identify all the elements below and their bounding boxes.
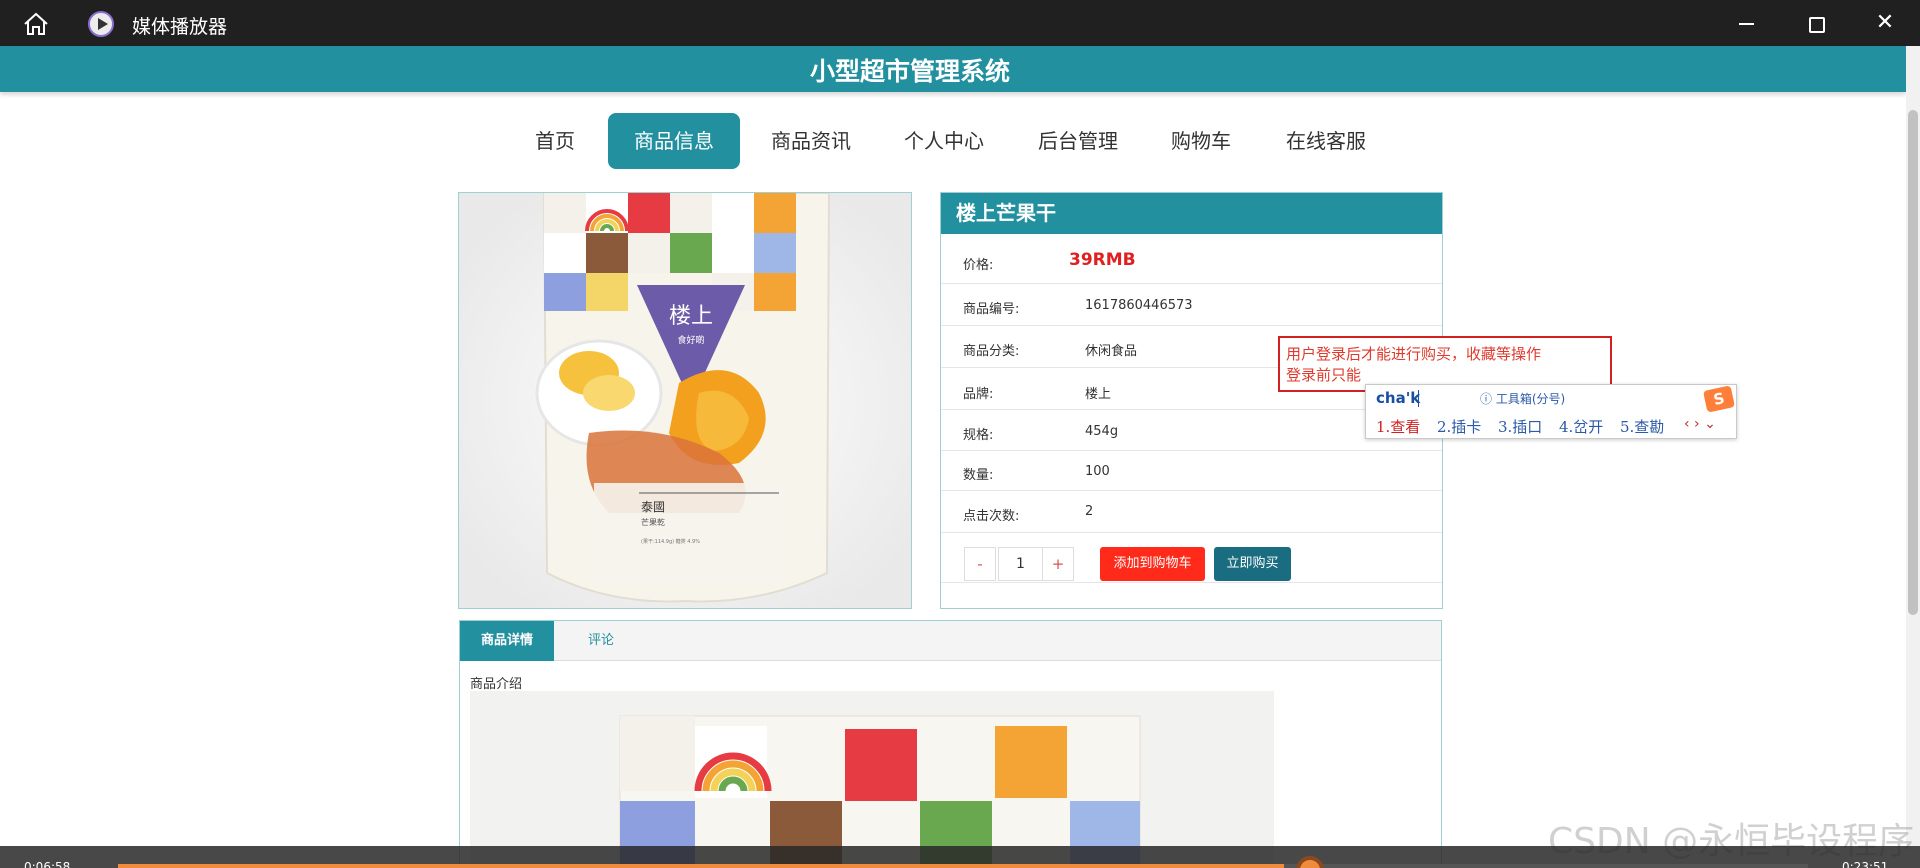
tabs-bar: 商品详情 评论 — [460, 621, 1441, 661]
detail-label: 商品分类: — [963, 344, 1020, 359]
nav-item-personal-center[interactable]: 个人中心 — [893, 113, 995, 169]
quantity-increment-button[interactable]: + — [1042, 547, 1074, 581]
ime-candidate[interactable]: 4.岔开 — [1559, 416, 1603, 437]
ime-composition-text: cha'k — [1376, 389, 1421, 407]
product-intro-image — [470, 691, 1274, 868]
detail-row-product-id: 商品编号: 1617860446573 — [941, 283, 1442, 325]
tab-comments[interactable]: 评论 — [554, 621, 648, 661]
intro-package-illustration — [470, 691, 1274, 868]
detail-value: 休闲食品 — [1085, 344, 1138, 359]
detail-divider — [941, 582, 1442, 583]
detail-label: 点击次数: — [963, 509, 1020, 524]
package-origin-text: 泰國 — [641, 500, 665, 514]
home-icon[interactable] — [22, 11, 50, 37]
detail-label: 商品编号: — [963, 302, 1020, 317]
product-image: 楼上 食好啲 泰國 芒果乾 (果干:114.9g) 糖类 4.9% — [458, 192, 912, 609]
package-fine-print: (果干:114.9g) 糖类 4.9% — [641, 538, 700, 545]
minimize-icon[interactable] — [1726, 8, 1766, 38]
media-player-icon — [88, 11, 114, 37]
main-nav: 首页 商品信息 商品资讯 个人中心 后台管理 购物车 在线客服 — [0, 113, 1920, 169]
close-icon[interactable]: ✕ — [1865, 8, 1905, 38]
tooltip-line-1: 用户登录后才能进行购买，收藏等操作 — [1286, 345, 1542, 363]
detail-value: 楼上 — [1085, 387, 1112, 402]
nav-item-admin[interactable]: 后台管理 — [1027, 113, 1129, 169]
product-tabs: 商品详情 评论 商品介绍 — [459, 620, 1442, 868]
price-value: 39RMB — [1069, 250, 1136, 270]
maximize-icon[interactable] — [1795, 8, 1835, 38]
tooltip-line-2: 登录前只能 — [1286, 366, 1362, 384]
package-kind-text: 芒果乾 — [641, 517, 665, 527]
page-scrollbar-thumb[interactable] — [1908, 110, 1918, 615]
ime-candidate[interactable]: 2.插卡 — [1437, 416, 1481, 437]
ime-candidate[interactable]: 1.查看 — [1376, 416, 1420, 437]
ime-caret — [1418, 390, 1419, 407]
detail-row-quantity: 数量: 100 — [941, 450, 1442, 490]
tab-product-details[interactable]: 商品详情 — [460, 621, 554, 661]
detail-value: 1617860446573 — [1085, 298, 1193, 313]
sogou-logo-icon: S — [1703, 385, 1735, 413]
quantity-decrement-button[interactable]: - — [964, 547, 996, 581]
site-header: 小型超市管理系统 — [0, 46, 1906, 92]
add-to-cart-button[interactable]: 添加到购物车 — [1100, 547, 1205, 581]
detail-row-clicks: 点击次数: 2 — [941, 490, 1442, 532]
detail-label: 规格: — [963, 428, 994, 443]
detail-label: 数量: — [963, 468, 994, 483]
ime-candidate[interactable]: 3.插口 — [1498, 416, 1542, 437]
quantity-input[interactable]: 1 — [998, 547, 1043, 581]
elapsed-time: 0:06:58 — [24, 860, 71, 868]
ime-toolbox-hint[interactable]: ⓘ 工具箱(分号) — [1480, 390, 1565, 407]
site-title: 小型超市管理系统 — [809, 57, 1010, 86]
ime-page-arrows-icon[interactable]: ‹ › ⌄ — [1684, 416, 1716, 432]
app-title: 媒体播放器 — [132, 16, 228, 38]
nav-item-product-info[interactable]: 商品信息 — [608, 113, 740, 169]
detail-value: 454g — [1085, 424, 1119, 439]
seek-bar-progress — [118, 864, 1284, 868]
total-time: 0:23:51 — [1842, 860, 1889, 868]
nav-item-online-service[interactable]: 在线客服 — [1274, 113, 1378, 169]
detail-row-price: 价格: 39RMB — [941, 234, 1442, 283]
nav-item-product-news[interactable]: 商品资讯 — [760, 113, 862, 169]
product-intro-label: 商品介绍 — [470, 677, 523, 692]
detail-value: 2 — [1085, 504, 1094, 519]
package-brand-text: 楼上 — [669, 304, 713, 329]
detail-label: 品牌: — [963, 387, 994, 402]
product-name: 楼上芒果干 — [941, 193, 1442, 234]
detail-value: 100 — [1085, 464, 1110, 479]
nav-item-cart[interactable]: 购物车 — [1161, 113, 1241, 169]
package-slogan-text: 食好啲 — [677, 334, 704, 346]
price-label: 价格: — [963, 258, 994, 273]
ime-candidate-window: cha'k ⓘ 工具箱(分号) S 1.查看 2.插卡 3.插口 4.岔开 5.… — [1365, 384, 1737, 439]
buy-now-button[interactable]: 立即购买 — [1214, 547, 1291, 581]
ime-candidate[interactable]: 5.查勘 — [1620, 416, 1664, 437]
player-title-bar — [0, 0, 1920, 46]
nav-item-home[interactable]: 首页 — [522, 113, 588, 169]
mango-package-illustration: 楼上 食好啲 泰國 芒果乾 (果干:114.9g) 糖类 4.9% — [459, 193, 911, 608]
